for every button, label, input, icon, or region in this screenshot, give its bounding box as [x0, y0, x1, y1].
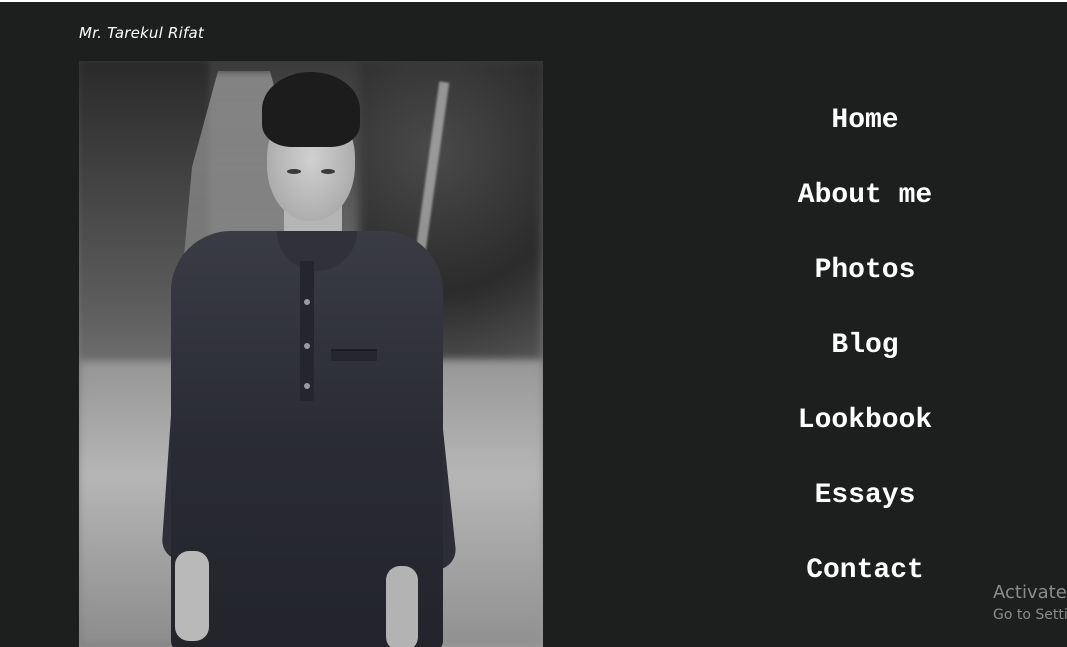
watermark-title: Activate Windows	[993, 582, 1067, 603]
nav-item-photos[interactable]: Photos	[770, 253, 960, 328]
main-nav: Home About me Photos Blog Lookbook Essay…	[770, 103, 960, 628]
nav-item-home[interactable]: Home	[770, 103, 960, 178]
photo-eye	[321, 169, 335, 174]
portrait-photo	[79, 61, 543, 647]
nav-item-lookbook[interactable]: Lookbook	[770, 403, 960, 478]
nav-item-blog[interactable]: Blog	[770, 328, 960, 403]
photo-shirt-button	[304, 383, 310, 389]
nav-item-essays[interactable]: Essays	[770, 478, 960, 553]
nav-item-about-me[interactable]: About me	[770, 178, 960, 253]
photo-shirt-button	[304, 299, 310, 305]
site-title[interactable]: Mr. Tarekul Rifat	[79, 24, 204, 42]
photo-shirt-button	[304, 343, 310, 349]
photo-pocket	[331, 349, 377, 361]
nav-item-contact[interactable]: Contact	[770, 553, 960, 628]
top-border	[0, 0, 1067, 2]
photo-hair	[262, 72, 360, 147]
photo-hand-right	[386, 566, 418, 647]
photo-eye	[287, 169, 301, 174]
photo-placket	[300, 261, 314, 401]
watermark-subtitle: Go to Settings to activate Windows.	[993, 607, 1067, 623]
photo-hand-left	[175, 551, 209, 641]
activate-windows-watermark: Activate Windows Go to Settings to activ…	[993, 582, 1067, 625]
